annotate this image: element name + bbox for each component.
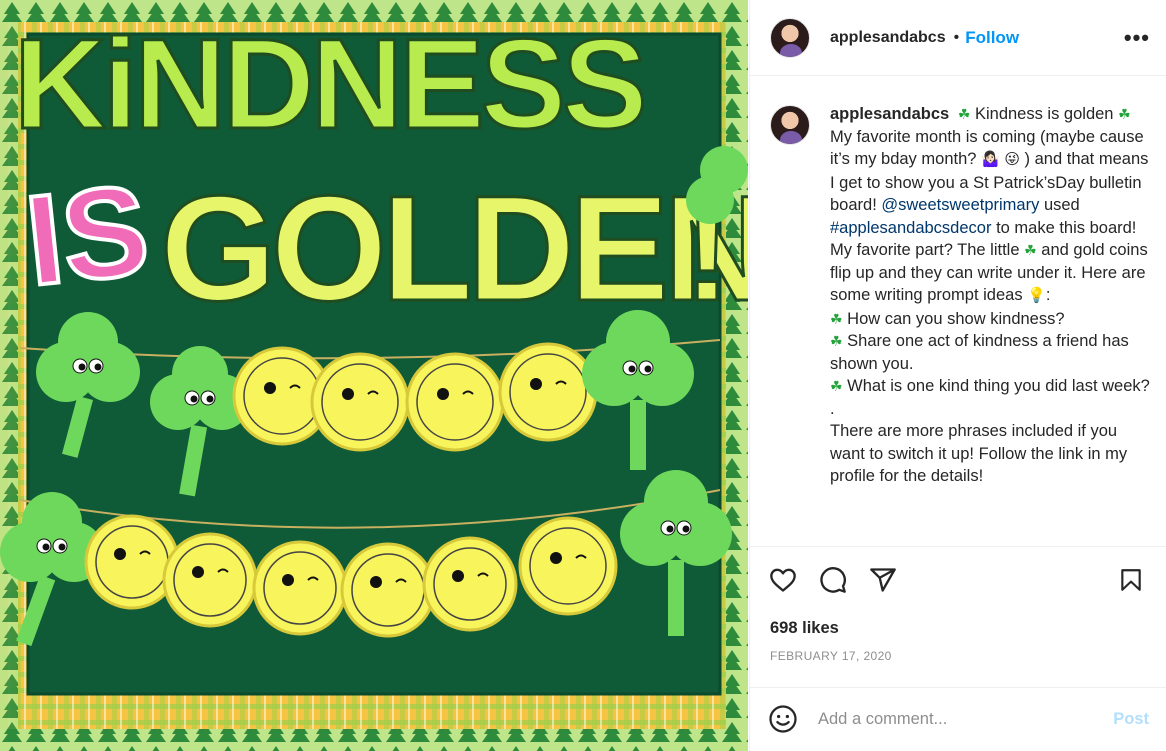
mention-link[interactable]: @sweetsweetprimary — [881, 196, 1039, 214]
shamrock-emoji-icon: ☘ — [830, 310, 843, 327]
bookmark-icon[interactable] — [1116, 565, 1146, 595]
caption-text: applesandabcs ☘ Kindness is golden ☘ My … — [830, 103, 1150, 488]
add-comment-bar: Post — [750, 687, 1166, 750]
gold-coin — [422, 536, 518, 632]
gold-coin — [340, 542, 436, 638]
hashtag-link[interactable]: #applesandabcsdecor — [830, 219, 991, 237]
comment-input[interactable] — [818, 709, 1114, 729]
winking-tongue-emoji-icon: 😜 — [1004, 151, 1020, 168]
prompt-3: What is one kind thing you did last week… — [847, 377, 1150, 395]
bulletin-board-photo: KiNDNESS IS GOLDEN ! — [0, 0, 748, 751]
comments-area[interactable]: applesandabcs ☘ Kindness is golden ☘ My … — [750, 77, 1166, 545]
follow-button[interactable]: Follow — [965, 28, 1019, 48]
caption: applesandabcs ☘ Kindness is golden ☘ My … — [770, 103, 1150, 488]
caption-dot: . — [830, 399, 835, 418]
author-username[interactable]: applesandabcs — [830, 29, 946, 47]
paper-plane-icon[interactable] — [868, 565, 898, 595]
shamrock-emoji-icon: ☘ — [1024, 242, 1037, 258]
post-actions: 698 likes FEBRUARY 17, 2020 Post — [750, 546, 1166, 750]
gold-coin — [252, 540, 348, 636]
prompt-2: Share one act of kindness a friend has s… — [830, 332, 1129, 373]
heart-icon[interactable] — [768, 565, 798, 595]
caption-username[interactable]: applesandabcs — [830, 105, 949, 123]
post-date[interactable]: FEBRUARY 17, 2020 — [770, 649, 892, 663]
gold-coin — [405, 352, 505, 452]
gold-coin — [162, 532, 258, 628]
post-comment-button[interactable]: Post — [1113, 710, 1149, 729]
caption-colon: : — [1045, 286, 1051, 304]
caption-avatar[interactable] — [770, 105, 810, 145]
title-is: IS — [20, 158, 155, 313]
title-golden: GOLDEN — [160, 164, 748, 332]
caption-intro: Kindness is golden — [974, 105, 1114, 123]
shrug-emoji-icon: 🤷🏻‍♀️ — [981, 151, 1000, 168]
gold-coin — [498, 342, 598, 442]
prompt-1: How can you show kindness? — [847, 309, 1065, 328]
more-options-icon[interactable]: ••• — [1124, 26, 1150, 49]
gold-coin — [518, 516, 618, 616]
action-icons-row — [768, 565, 1146, 595]
comment-icon[interactable] — [818, 565, 848, 595]
shamrock-emoji-icon: ☘ — [957, 106, 971, 122]
post-header: applesandabcs • Follow ••• — [750, 0, 1166, 76]
gold-coin — [84, 514, 180, 610]
title-kindness: KiNDNESS — [14, 13, 643, 156]
post-image[interactable]: KiNDNESS IS GOLDEN ! — [0, 0, 748, 751]
shamrock-emoji-icon: ☘ — [830, 378, 843, 394]
gold-coin — [310, 352, 410, 452]
shamrock-emoji-icon: ☘ — [830, 333, 843, 349]
caption-text-3: used — [1043, 196, 1080, 214]
smiley-icon[interactable] — [768, 704, 798, 734]
post-side-panel: applesandabcs • Follow ••• applesandabcs… — [749, 0, 1166, 751]
author-avatar[interactable] — [770, 17, 810, 58]
caption-text-7: There are more phrases included if you w… — [830, 422, 1128, 485]
shamrock-emoji-icon: ☘ — [1118, 106, 1131, 122]
likes-count[interactable]: 698 likes — [770, 619, 839, 638]
header-separator: • — [953, 28, 960, 46]
lightbulb-emoji-icon: 💡 — [1027, 287, 1046, 304]
